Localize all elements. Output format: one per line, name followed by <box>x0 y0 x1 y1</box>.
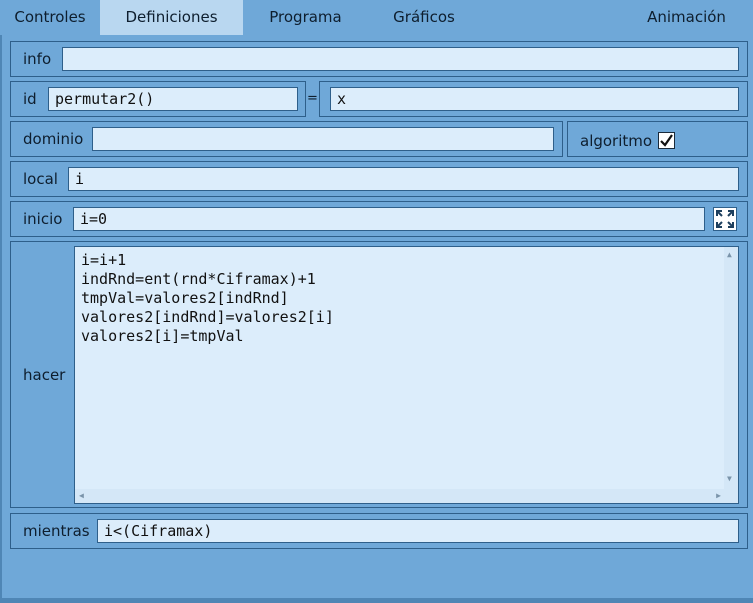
info-field[interactable] <box>62 47 739 71</box>
local-label: local <box>23 170 58 188</box>
mientras-row: mientras i<(Ciframax) <box>10 513 748 549</box>
expression-row: x <box>319 81 748 117</box>
horizontal-scrollbar[interactable]: ◀ ▶ <box>75 489 725 503</box>
equals-sign: = <box>307 91 318 106</box>
id-field[interactable]: permutar2() <box>48 87 298 111</box>
dominio-row: dominio <box>10 121 563 157</box>
dominio-field[interactable] <box>92 127 554 151</box>
inicio-row: inicio i=0 <box>10 201 748 237</box>
scroll-right-icon[interactable]: ▶ <box>716 492 721 500</box>
dominio-label: dominio <box>23 130 84 148</box>
id-row: id permutar2() <box>10 81 306 117</box>
algoritmo-checkbox[interactable] <box>658 132 675 149</box>
vertical-scrollbar[interactable]: ▲ ▼ <box>724 247 738 503</box>
code-line-4: valores2[indRnd]=valores2[i] <box>81 308 334 326</box>
code-line-2: indRnd=ent(rnd*Ciframax)+1 <box>81 270 316 288</box>
expand-icon <box>716 210 734 228</box>
mientras-label: mientras <box>23 522 90 540</box>
scroll-down-icon[interactable]: ▼ <box>727 475 732 483</box>
tab-graficos[interactable]: Gráficos <box>368 0 480 35</box>
local-field[interactable]: i <box>68 167 739 191</box>
info-row: info <box>10 41 748 77</box>
tab-definiciones[interactable]: Definiciones <box>100 0 243 35</box>
mientras-field[interactable]: i<(Ciframax) <box>97 519 739 543</box>
algoritmo-label: algoritmo <box>580 132 653 150</box>
expand-button[interactable] <box>713 207 737 231</box>
id-label: id <box>23 90 37 108</box>
code-line-1: i=i+1 <box>81 251 127 269</box>
hacer-row: hacer i=i+1 indRnd=ent(rnd*Ciframax)+1 t… <box>10 241 748 508</box>
hacer-textarea[interactable]: i=i+1 indRnd=ent(rnd*Ciframax)+1 tmpVal=… <box>74 246 739 504</box>
tab-animacion[interactable]: Animación <box>620 0 753 35</box>
scroll-left-icon[interactable]: ◀ <box>79 492 84 500</box>
code-line-3: tmpVal=valores2[indRnd] <box>81 289 289 307</box>
tab-programa[interactable]: Programa <box>243 0 368 35</box>
code-line-5: valores2[i]=tmpVal <box>81 327 244 345</box>
panel-bottom-edge <box>0 598 753 603</box>
hacer-label: hacer <box>23 366 66 384</box>
local-row: local i <box>10 161 748 197</box>
scroll-up-icon[interactable]: ▲ <box>727 251 732 259</box>
expression-field[interactable]: x <box>330 87 739 111</box>
tab-bar: Controles Definiciones Programa Gráficos… <box>0 0 753 36</box>
tab-controles[interactable]: Controles <box>0 0 100 35</box>
inicio-field[interactable]: i=0 <box>73 207 705 231</box>
check-icon <box>660 134 673 147</box>
panel-left-edge <box>0 35 2 600</box>
inicio-label: inicio <box>23 210 63 228</box>
info-label: info <box>23 50 52 68</box>
algoritmo-row: algoritmo <box>567 121 748 157</box>
